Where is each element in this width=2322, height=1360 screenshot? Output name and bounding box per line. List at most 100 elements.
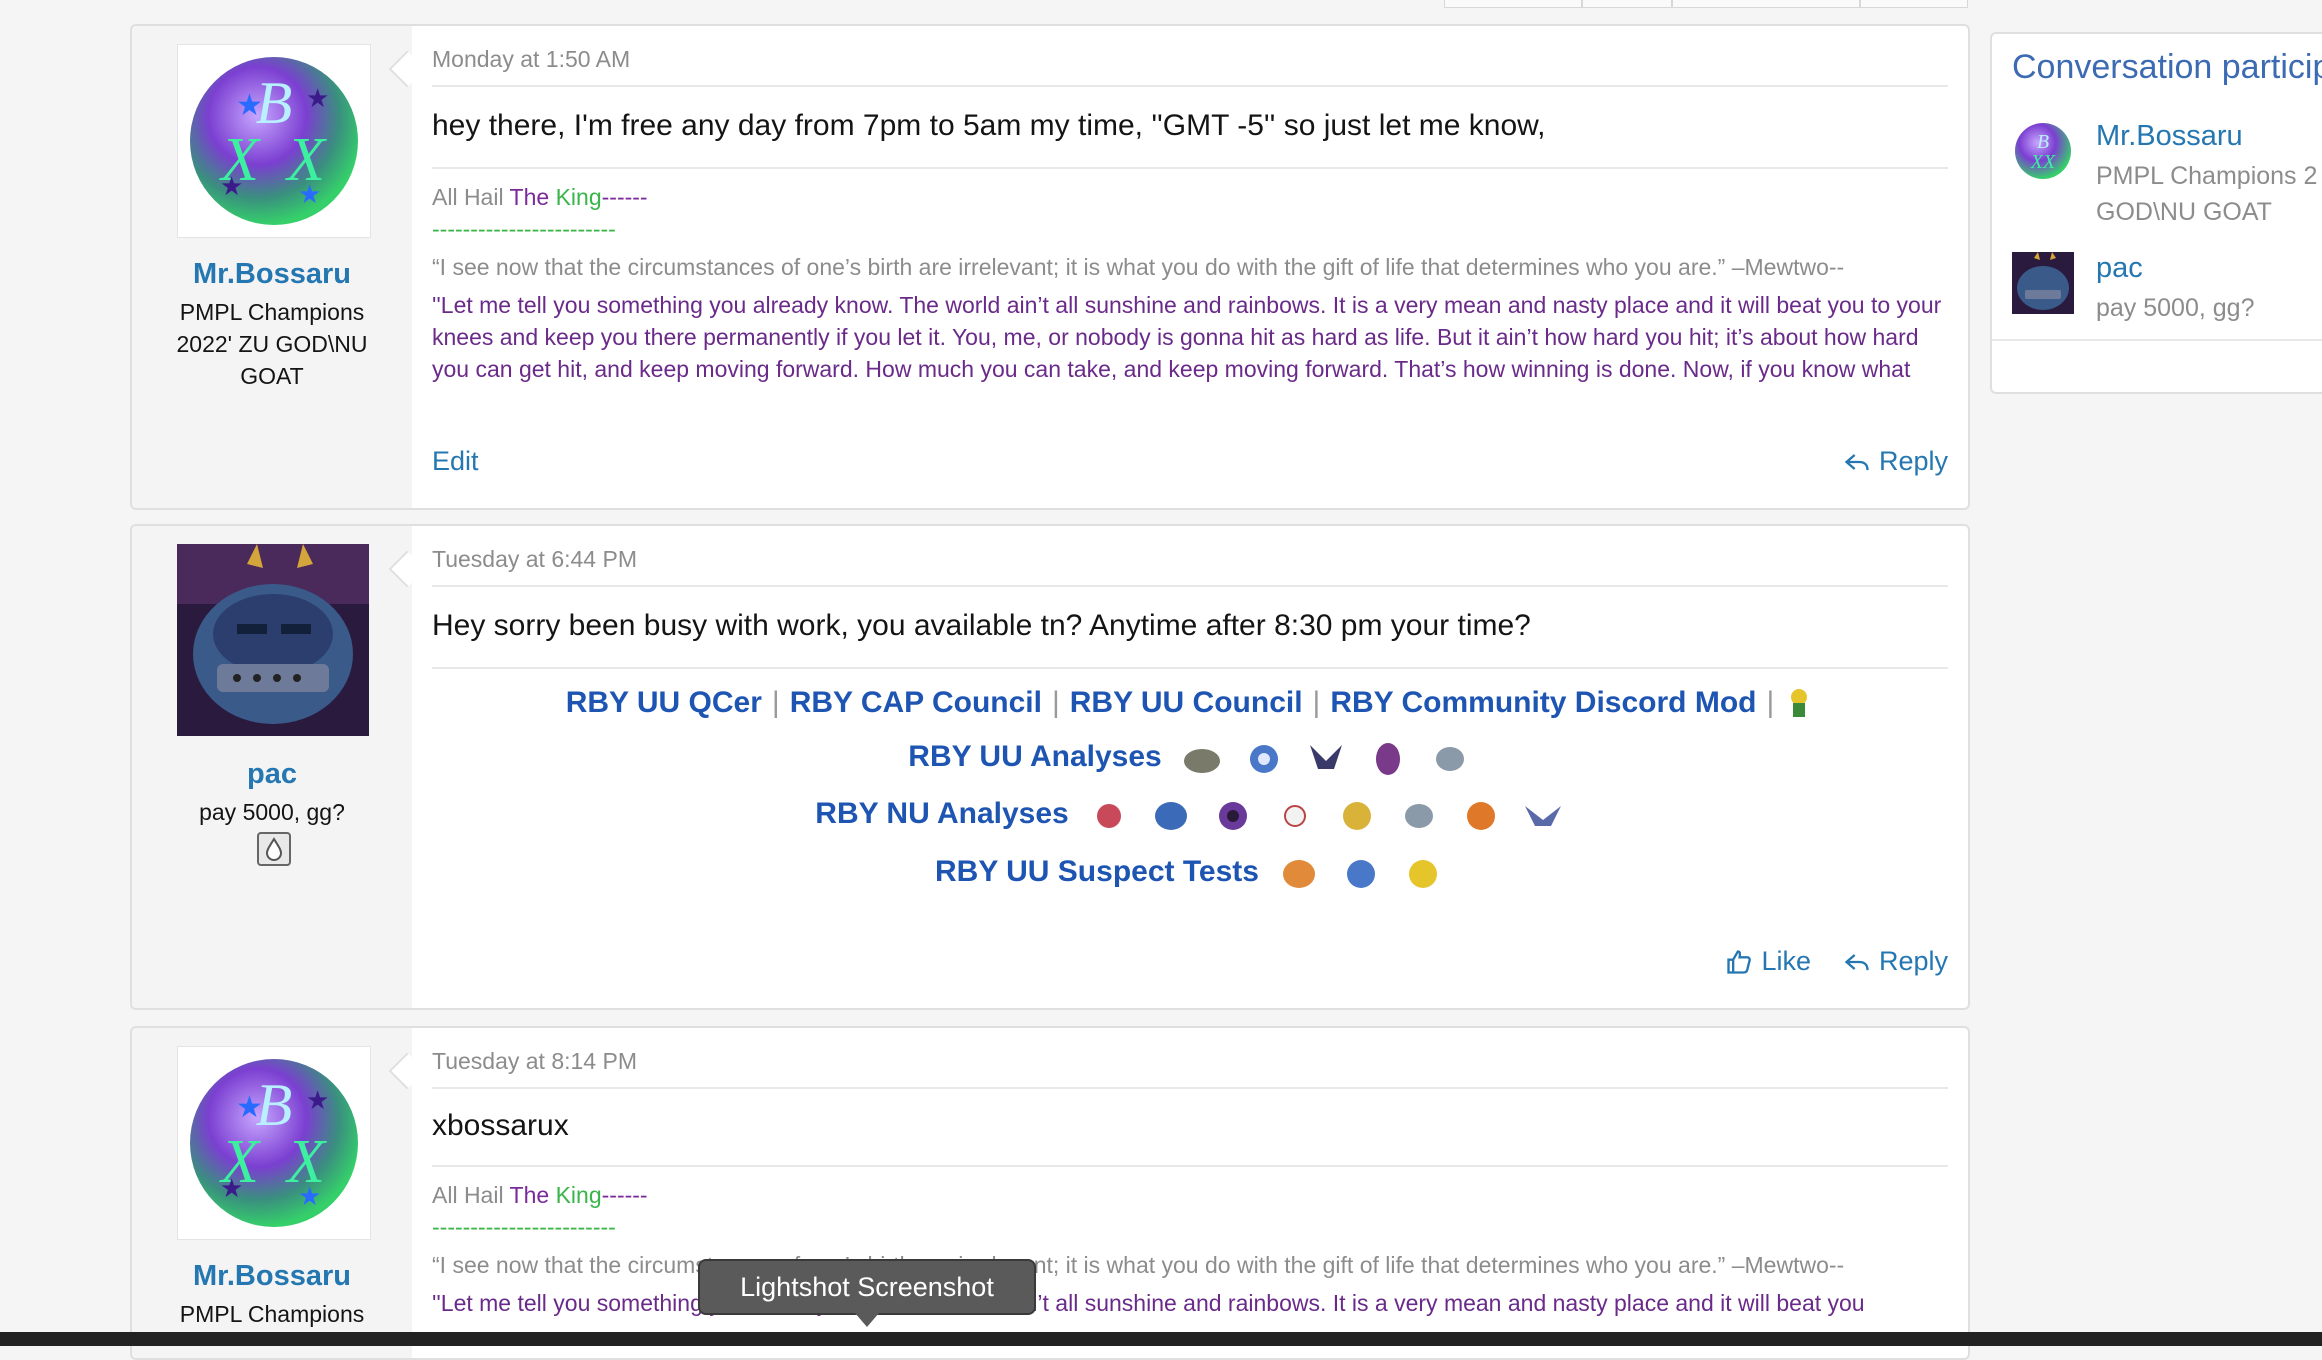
user-title: PMPL Champions 2022' ZU GOD\NU GOAT (176, 299, 368, 389)
username[interactable]: Mr.Bossaru (132, 1260, 412, 1293)
tab-stub[interactable] (1672, 0, 1860, 8)
signature: All Hail The King------ ----------------… (432, 1167, 1948, 1319)
signature: All Hail The King------ ----------------… (432, 169, 1948, 391)
message-date[interactable]: Tuesday at 6:44 PM (432, 546, 1948, 587)
reply-button[interactable]: Reply (1843, 446, 1948, 477)
sig-text: ------ (601, 1182, 648, 1208)
taskbar-edge (0, 1332, 2322, 1346)
sig-line1: All Hail The King------ (432, 181, 1948, 213)
sig-link-cap-council[interactable]: RBY CAP Council (790, 686, 1042, 720)
like-label: Like (1761, 946, 1811, 976)
message-body: Hey sorry been busy with work, you avail… (432, 587, 1948, 669)
sig-link-uu-analyses[interactable]: RBY UU Analyses (908, 740, 1161, 774)
pac-avatar-icon (177, 544, 369, 736)
top-tab-stubs (1444, 0, 1986, 8)
user-title: pay 5000, gg? (199, 799, 345, 825)
avatar[interactable] (177, 544, 369, 736)
participant-name[interactable]: Mr.Bossaru (2096, 120, 2243, 153)
pokemon-sprite-icon (1309, 745, 1342, 769)
svg-text:★: ★ (306, 1085, 329, 1115)
svg-text:B: B (2037, 131, 2049, 153)
tooltip-pointer (855, 1313, 879, 1327)
username[interactable]: pac (132, 758, 412, 791)
pokemon-sprite-icon (1218, 802, 1247, 830)
reply-button[interactable]: Reply (1843, 946, 1948, 977)
panel-divider (1992, 339, 2322, 341)
sig-dashes: ------------------------ (432, 1214, 616, 1240)
pokemon-sprite-icon (1466, 802, 1495, 830)
sig-separator: | (1051, 686, 1060, 719)
pokemon-sprite-icon (1283, 805, 1306, 827)
lightshot-tooltip: Lightshot Screenshot (698, 1259, 1036, 1327)
sig-link-discord-mod[interactable]: RBY Community Discord Mod (1330, 686, 1756, 720)
message-post: B X X ★ ★ ★ ★ Mr.Bossaru PMPL Champions … (130, 24, 1970, 510)
user-title: PMPL Champions (179, 1301, 365, 1327)
message-date[interactable]: Tuesday at 8:14 PM (432, 1048, 1948, 1089)
conversation-participants-panel: Conversation particip B XX Mr.Bossaru PM… (1990, 32, 2322, 394)
sig-quote2: ''Let me tell you something you already … (432, 1290, 1865, 1316)
message-actions: Edit Reply (432, 446, 1948, 477)
message-post: pac pay 5000, gg? Tuesday at 6:44 PM Hey… (130, 524, 1970, 1010)
pokemon-sprite-icon (1154, 802, 1187, 830)
sig-quote1: “I see now that the circumstances of one… (432, 1252, 1845, 1278)
avatar[interactable]: B X X ★ ★ ★ ★ (177, 44, 371, 238)
sig-link-nu-analyses[interactable]: RBY NU Analyses (815, 797, 1068, 831)
sig-text: All Hail (432, 1182, 510, 1208)
participant-avatar[interactable]: B XX (2012, 120, 2074, 182)
sig-quote2: ''Let me tell you something you already … (432, 292, 1942, 391)
message-user-column: B X X ★ ★ ★ ★ Mr.Bossaru PMPL Champions (132, 1028, 412, 1358)
bossaru-avatar-icon: B X X ★ ★ ★ ★ (190, 1059, 358, 1227)
sig-link-uu-council[interactable]: RBY UU Council (1070, 686, 1303, 720)
bossaru-avatar-icon: B X X ★ ★ ★ ★ (190, 57, 358, 225)
pokemon-sprite-icon (1282, 860, 1315, 888)
pokemon-sprite-icon (1524, 806, 1561, 826)
pokemon-sprite-icon (1183, 749, 1220, 773)
thumbs-up-icon (1727, 949, 1752, 974)
message-body: hey there, I'm free any day from 7pm to … (432, 87, 1948, 169)
svg-text:★: ★ (298, 1181, 321, 1211)
sig-text: King (549, 184, 602, 210)
like-button[interactable]: Like (1725, 946, 1811, 977)
message-user-column: B X X ★ ★ ★ ★ Mr.Bossaru PMPL Champions … (132, 26, 412, 508)
sig-link-qcer[interactable]: RBY UU QCer (566, 686, 762, 720)
tab-stub[interactable] (1444, 0, 1582, 8)
svg-text:XX: XX (2030, 151, 2056, 173)
svg-text:★: ★ (306, 83, 329, 113)
reply-label: Reply (1878, 946, 1948, 976)
participant-title: PMPL Champions 2 (2096, 162, 2318, 190)
edit-label: Edit (432, 446, 479, 476)
droplet-icon (265, 837, 283, 861)
message-post: B X X ★ ★ ★ ★ Mr.Bossaru PMPL Champions … (130, 1026, 1970, 1360)
pokemon-sprite-icon (1346, 860, 1375, 888)
tab-stub[interactable] (1860, 0, 1968, 8)
sig-separator: | (1766, 686, 1775, 719)
message-date[interactable]: Monday at 1:50 AM (432, 46, 1948, 87)
svg-text:★: ★ (220, 1173, 243, 1203)
sig-separator: | (771, 686, 780, 719)
participant-name[interactable]: pac (2096, 252, 2143, 285)
pokemon-sprite-icon (1096, 804, 1121, 828)
tab-stub[interactable] (1582, 0, 1672, 8)
panel-title: Conversation particip (2012, 48, 2322, 86)
avatar[interactable]: B X X ★ ★ ★ ★ (177, 1046, 371, 1240)
user-badge[interactable] (257, 832, 291, 866)
message-body: xbossarux (432, 1089, 1948, 1167)
svg-text:★: ★ (298, 179, 321, 209)
pokemon-sprite-icon (1375, 743, 1400, 775)
participant-meta: pay 5000, gg? (2096, 290, 2254, 326)
tooltip-text: Lightshot Screenshot (740, 1272, 994, 1302)
sig-text: The (509, 184, 550, 210)
sig-text: The (509, 1182, 550, 1208)
pokemon-sprite-icon (1408, 860, 1437, 888)
pokemon-sprite-icon (1249, 745, 1278, 773)
sig-text: King (549, 1182, 602, 1208)
edit-link[interactable]: Edit (432, 446, 479, 477)
message-user-column: pac pay 5000, gg? (132, 526, 412, 1008)
svg-text:★: ★ (220, 171, 243, 201)
reply-icon (1844, 453, 1869, 470)
participant-title: GOD\NU GOAT (2096, 198, 2272, 226)
sig-link-suspect-tests[interactable]: RBY UU Suspect Tests (935, 855, 1259, 889)
participant-avatar[interactable] (2012, 252, 2074, 314)
pac-avatar-icon (2012, 252, 2074, 314)
username[interactable]: Mr.Bossaru (132, 258, 412, 291)
